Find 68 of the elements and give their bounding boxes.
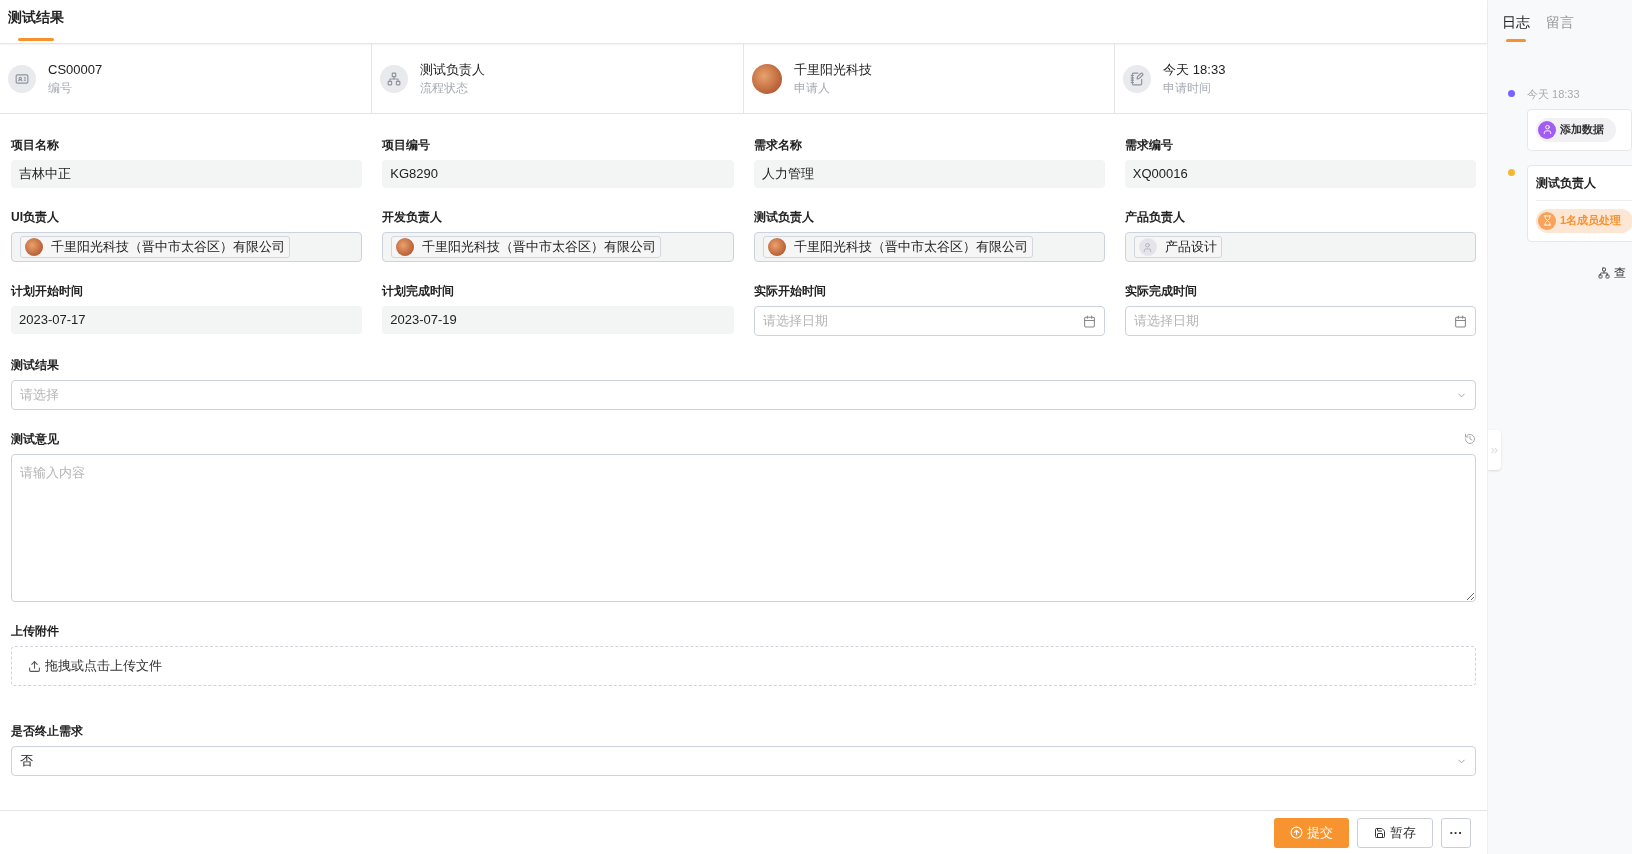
people-field[interactable]: 千里阳光科技（晋中市太谷区）有限公司 — [11, 232, 363, 262]
upload-dropzone[interactable]: 拖拽或点击上传文件 — [11, 646, 1476, 686]
readonly-field[interactable]: XQ00016 — [1124, 160, 1476, 188]
id-card-icon — [8, 64, 36, 93]
info-value: 千里阳光科技 — [793, 60, 872, 79]
avatar-photo-placeholder — [751, 63, 782, 94]
action-tag: 添加数据 — [1536, 117, 1616, 142]
readonly-field[interactable]: 2023-07-19 — [382, 306, 734, 334]
flow-chart-icon — [1598, 266, 1610, 279]
calendar-icon — [1082, 314, 1096, 328]
info-label: 流程状态 — [419, 79, 469, 97]
field-label: 实际完成时间 — [1124, 283, 1197, 300]
timeline-title: 测试负责人 — [1536, 173, 1632, 201]
info-value: 今天 18:33 — [1163, 60, 1226, 79]
timeline-time: 今天 18:33 — [1527, 87, 1581, 102]
upload-icon — [28, 659, 41, 673]
note-icon — [1123, 64, 1152, 93]
select-field[interactable]: 否 — [11, 746, 1476, 776]
hierarchy-icon — [379, 64, 408, 93]
comment-textarea[interactable]: 请输入内容 — [11, 454, 1476, 602]
upload-text: 拖拽或点击上传文件 — [45, 657, 162, 676]
avatar-photo-placeholder — [25, 238, 43, 256]
calendar-icon — [1454, 314, 1467, 328]
field-label: 测试负责人 — [753, 209, 814, 226]
field-label: 测试意见 — [11, 431, 59, 448]
avatar-photo-placeholder — [767, 238, 786, 256]
field-label: 实际开始时间 — [753, 283, 826, 300]
people-field[interactable]: 千里阳光科技（晋中市太谷区）有限公司 — [753, 232, 1105, 262]
more-button[interactable]: ··· — [1441, 817, 1471, 848]
header-tab[interactable]: 测试结果 — [8, 0, 64, 43]
field-label: 测试结果 — [11, 357, 59, 374]
avatar-icon — [1138, 238, 1157, 256]
field-label: 项目名称 — [11, 137, 59, 154]
info-label: 申请时间 — [1163, 79, 1213, 97]
person-tag[interactable]: 千里阳光科技（晋中市太谷区）有限公司 — [762, 236, 1033, 258]
field-label: 上传附件 — [11, 623, 59, 640]
field-label: 需求编号 — [1124, 137, 1173, 154]
person-tag[interactable]: 千里阳光科技（晋中市太谷区）有限公司 — [20, 236, 290, 258]
side-tab[interactable]: 日志 — [1502, 12, 1530, 44]
info-label: 申请人 — [793, 79, 831, 97]
field-label: 项目编号 — [382, 137, 431, 154]
user-icon — [1541, 124, 1553, 135]
field-label: 需求名称 — [753, 137, 802, 154]
info-value: 测试负责人 — [419, 60, 485, 79]
field-label: 是否终止需求 — [11, 723, 83, 740]
view-link[interactable]: 查 — [1614, 263, 1626, 282]
readonly-field[interactable]: 人力管理 — [753, 160, 1105, 188]
hourglass-icon — [1541, 215, 1553, 226]
field-label: 产品负责人 — [1124, 209, 1185, 226]
readonly-field[interactable]: KG8290 — [382, 160, 734, 188]
field-label: UI负责人 — [11, 209, 59, 226]
info-label: 编号 — [48, 79, 73, 97]
pending-status-tag: 1名成员处理 — [1536, 208, 1632, 233]
history-icon[interactable] — [1464, 433, 1476, 445]
collapse-handle[interactable] — [1488, 430, 1501, 470]
person-tag[interactable]: 千里阳光科技（晋中市太谷区）有限公司 — [391, 236, 662, 258]
field-label: 计划开始时间 — [11, 283, 83, 300]
readonly-field[interactable]: 吉林中正 — [11, 160, 363, 188]
readonly-field[interactable]: 2023-07-17 — [11, 306, 363, 334]
save-icon — [1374, 826, 1386, 839]
field-label: 计划完成时间 — [382, 283, 455, 300]
avatar-photo-placeholder — [396, 238, 415, 256]
person-tag[interactable]: 产品设计 — [1133, 236, 1222, 258]
save-button[interactable]: 暂存 — [1357, 817, 1433, 848]
info-value: CS00007 — [48, 60, 103, 79]
people-field[interactable]: 产品设计 — [1124, 232, 1476, 262]
field-label: 开发负责人 — [382, 209, 443, 226]
people-field[interactable]: 千里阳光科技（晋中市太谷区）有限公司 — [382, 232, 734, 262]
